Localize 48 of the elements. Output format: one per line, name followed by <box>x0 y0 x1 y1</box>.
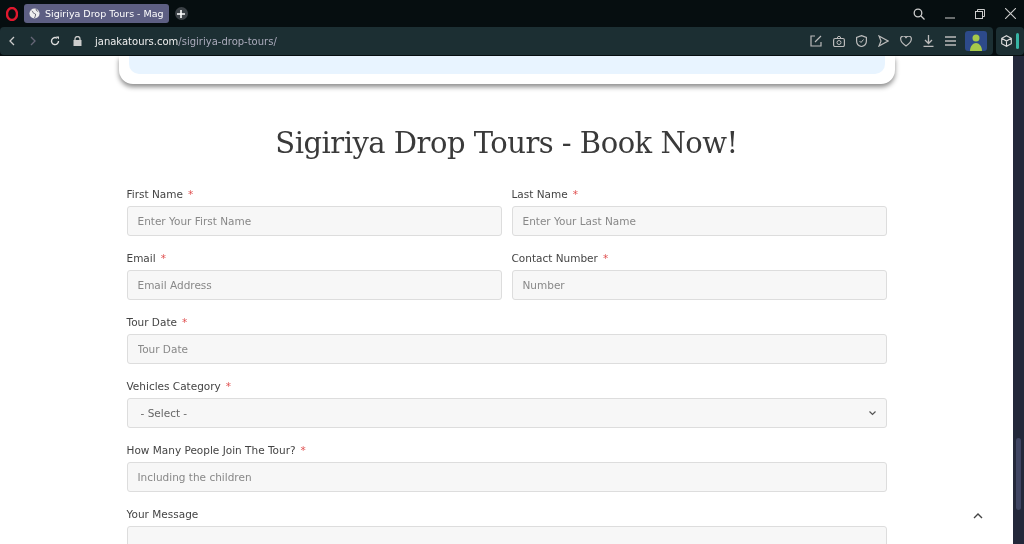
field-label: Tour Date <box>126 316 177 328</box>
input-field[interactable]: Including the children <box>126 462 887 492</box>
form-heading: Sigiriya Drop Tours - Book Now! <box>275 126 738 160</box>
input-field[interactable]: Number <box>511 270 887 300</box>
input-field[interactable]: Enter Your First Name <box>126 206 502 236</box>
browser-tab[interactable]: Sigiriya Drop Tours - Mag <box>24 4 169 23</box>
browser-logo-icon[interactable] <box>6 6 18 21</box>
edit-icon[interactable] <box>810 35 822 47</box>
restore-icon[interactable] <box>975 8 985 19</box>
address-field[interactable]: janakatours.com/sigiriya-drop-tours/ <box>95 35 277 47</box>
profile-avatar-icon[interactable] <box>965 31 987 51</box>
cube-icon[interactable] <box>1001 35 1012 47</box>
field-label: Your Message <box>126 508 199 520</box>
new-tab-button[interactable] <box>174 7 188 20</box>
sidebar-indicator <box>1016 33 1019 49</box>
field-label: First Name <box>126 188 183 200</box>
scrollbar[interactable] <box>1013 56 1024 544</box>
shield-icon[interactable] <box>856 35 867 47</box>
input-field[interactable]: Enter Your Last Name <box>511 206 887 236</box>
field-label: Contact Number <box>511 252 598 264</box>
select-field[interactable]: - Select - <box>126 398 887 428</box>
camera-icon[interactable] <box>833 35 845 47</box>
menu-icon[interactable] <box>945 36 956 46</box>
required-mark: * <box>160 252 166 264</box>
field-label: Email <box>126 252 156 264</box>
required-mark: * <box>602 252 609 264</box>
back-icon[interactable] <box>8 36 16 46</box>
required-mark: * <box>181 316 188 328</box>
search-icon[interactable] <box>913 7 925 20</box>
input-field[interactable]: Tour Date <box>126 334 887 364</box>
close-icon[interactable] <box>1005 8 1016 19</box>
download-icon[interactable] <box>923 35 934 47</box>
field-label: Vehicles Category <box>126 380 221 392</box>
field-label: How Many People Join The Tour? <box>126 444 296 456</box>
chevron-down-icon <box>868 410 876 416</box>
required-mark: * <box>300 444 306 456</box>
input-field[interactable]: Email Address <box>126 270 502 300</box>
lock-icon[interactable] <box>73 36 82 46</box>
globe-icon <box>29 8 40 19</box>
chevron-up-icon <box>973 513 983 519</box>
required-mark: * <box>187 188 194 200</box>
reload-icon[interactable] <box>50 36 60 46</box>
send-icon[interactable] <box>878 35 889 47</box>
required-mark: * <box>572 188 578 200</box>
forward-icon[interactable] <box>29 36 37 46</box>
heart-icon[interactable] <box>900 35 912 47</box>
field-label: Last Name <box>511 188 568 200</box>
required-mark: * <box>225 380 232 392</box>
